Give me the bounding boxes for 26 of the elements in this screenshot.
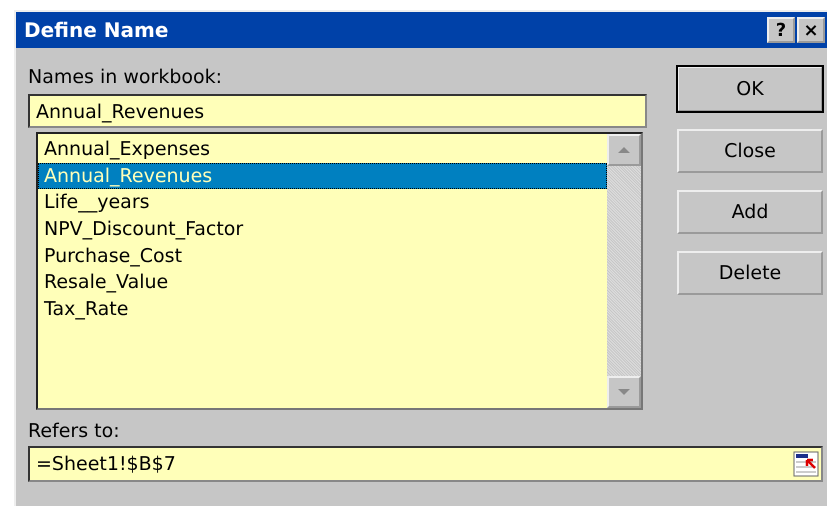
field-value: =Sheet1!$B$7	[36, 453, 176, 475]
help-button[interactable]: ?	[767, 17, 795, 43]
list-item[interactable]: Tax_Rate	[38, 296, 607, 323]
names-list[interactable]: Annual_Expenses Annual_Revenues Life__years NPV_Discount_Factor Purchase_Cost Resale_Value Tax_Rate	[36, 132, 643, 410]
down-arrow-icon	[616, 387, 632, 397]
dialog-button[interactable]: Close	[677, 129, 823, 173]
scrollbar[interactable]	[607, 134, 641, 408]
list-item[interactable]: NPV_Discount_Factor	[38, 216, 607, 243]
collapse-dialog-icon[interactable]	[793, 451, 819, 477]
refers-field[interactable]: =Sheet1!$B$7	[28, 446, 823, 482]
scroll-down-button[interactable]	[607, 376, 641, 408]
field-label: Refers to:	[28, 420, 121, 442]
list-item[interactable]: Purchase_Cost	[38, 242, 607, 270]
dialog-button[interactable]: OK	[677, 66, 823, 112]
name-field[interactable]: Annual_Revenues	[28, 94, 647, 128]
close-button[interactable]: ×	[797, 17, 825, 43]
dialog-button[interactable]: Delete	[677, 251, 823, 295]
dialog-button[interactable]: Add	[677, 190, 823, 234]
up-arrow-icon	[616, 145, 632, 155]
list-item[interactable]: Resale_Value	[38, 269, 607, 296]
window-title: Define Name	[24, 18, 168, 42]
scroll-up-button[interactable]	[607, 134, 641, 166]
field-label: Names in workbook:	[28, 66, 224, 88]
list-item[interactable]: Annual_Revenues	[38, 162, 607, 190]
list-item[interactable]: Annual_Expenses	[38, 136, 607, 163]
list-item[interactable]: Life__years	[38, 189, 607, 216]
